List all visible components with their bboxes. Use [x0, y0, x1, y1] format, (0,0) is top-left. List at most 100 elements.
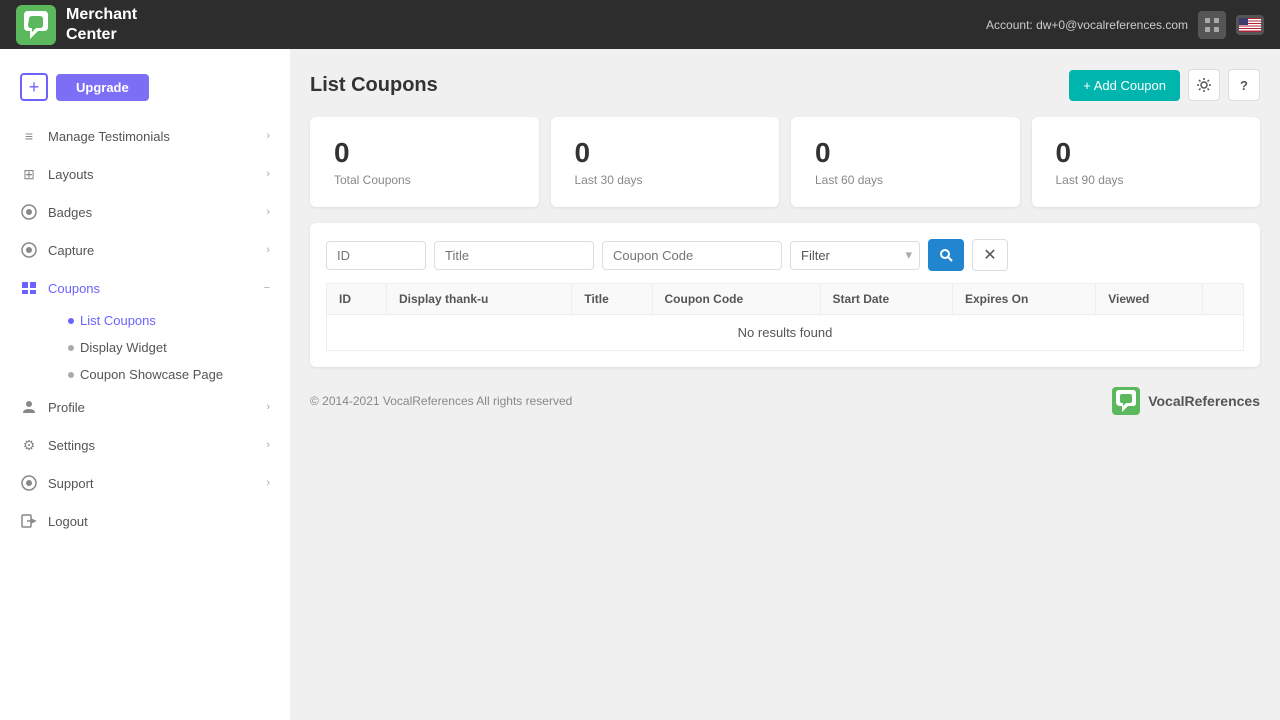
- header: Merchant Center Account: dw+0@vocalrefer…: [0, 0, 1280, 49]
- stat-card-90days: 0 Last 90 days: [1032, 117, 1261, 207]
- app-title: Merchant Center: [66, 5, 137, 43]
- id-input[interactable]: [326, 241, 426, 270]
- layout: + Upgrade ≡ Manage Testimonials › ⊞ Layo…: [0, 49, 1280, 720]
- sub-dot-icon: [68, 345, 74, 351]
- footer-logo: VocalReferences: [1112, 387, 1260, 415]
- filter-row: Filter ✕: [326, 239, 1244, 271]
- no-results: No results found: [327, 315, 1244, 351]
- page-title: List Coupons: [310, 74, 438, 97]
- stat-value: 0: [815, 137, 996, 169]
- sub-dot-icon: [68, 372, 74, 378]
- stat-label: Total Coupons: [334, 173, 515, 187]
- sidebar-item-label: Manage Testimonials: [48, 129, 170, 144]
- sidebar-upgrade-section: + Upgrade: [0, 65, 290, 117]
- stat-value: 0: [334, 137, 515, 169]
- sidebar-item-badges[interactable]: Badges ›: [0, 193, 290, 231]
- stat-value: 0: [575, 137, 756, 169]
- stat-card-total: 0 Total Coupons: [310, 117, 539, 207]
- search-button[interactable]: [928, 239, 964, 271]
- sub-item-coupon-showcase-page[interactable]: Coupon Showcase Page: [48, 361, 290, 388]
- sidebar-item-label: Coupons: [48, 281, 100, 296]
- sidebar-item-label: Capture: [48, 243, 94, 258]
- stat-card-60days: 0 Last 60 days: [791, 117, 1020, 207]
- header-right: Account: dw+0@vocalreferences.com: [986, 11, 1264, 39]
- sidebar-item-capture[interactable]: Capture ›: [0, 231, 290, 269]
- sidebar-item-label: Layouts: [48, 167, 94, 182]
- sidebar-item-layouts[interactable]: ⊞ Layouts ›: [0, 155, 290, 193]
- help-icon-button[interactable]: ?: [1228, 69, 1260, 101]
- stat-card-30days: 0 Last 30 days: [551, 117, 780, 207]
- sub-item-list-coupons[interactable]: List Coupons: [48, 307, 290, 334]
- stat-label: Last 30 days: [575, 173, 756, 187]
- sidebar-item-manage-testimonials[interactable]: ≡ Manage Testimonials ›: [0, 117, 290, 155]
- grid-icon-button[interactable]: [1198, 11, 1226, 39]
- col-id: ID: [327, 284, 387, 315]
- chevron-icon: ›: [266, 401, 270, 413]
- filter-select[interactable]: Filter: [790, 241, 920, 270]
- sidebar-item-label: Profile: [48, 400, 85, 415]
- sidebar-item-logout[interactable]: Logout: [0, 502, 290, 540]
- logo-icon: [16, 5, 56, 45]
- sub-item-display-widget[interactable]: Display Widget: [48, 334, 290, 361]
- account-text: Account: dw+0@vocalreferences.com: [986, 18, 1188, 32]
- table-container: Filter ✕ ID Display thank-u Title: [310, 223, 1260, 367]
- add-coupon-button[interactable]: + Add Coupon: [1069, 70, 1180, 101]
- sub-item-label: Display Widget: [80, 340, 167, 355]
- flag-icon: [1239, 18, 1261, 32]
- coupons-icon: [20, 279, 38, 297]
- clear-icon: ✕: [983, 245, 996, 265]
- layouts-icon: ⊞: [20, 165, 38, 183]
- col-expires-on: Expires On: [952, 284, 1095, 315]
- settings-icon: ⚙: [20, 436, 38, 454]
- main-content: List Coupons + Add Coupon ? 0 Total Coup…: [290, 49, 1280, 720]
- search-icon: [939, 248, 953, 262]
- upgrade-button[interactable]: Upgrade: [56, 74, 149, 101]
- sidebar-item-settings[interactable]: ⚙ Settings ›: [0, 426, 290, 464]
- sidebar-item-coupons[interactable]: Coupons −: [0, 269, 290, 307]
- copyright-text: © 2014-2021 VocalReferences All rights r…: [310, 394, 572, 408]
- capture-icon: [20, 241, 38, 259]
- clear-button[interactable]: ✕: [972, 239, 1008, 271]
- sub-item-label: Coupon Showcase Page: [80, 367, 223, 382]
- coupons-submenu: List Coupons Display Widget Coupon Showc…: [0, 307, 290, 388]
- table-head: ID Display thank-u Title Coupon Code Sta…: [327, 284, 1244, 315]
- settings-icon-button[interactable]: [1188, 69, 1220, 101]
- col-start-date: Start Date: [820, 284, 952, 315]
- chevron-icon: ›: [266, 477, 270, 489]
- cog-icon: [1196, 77, 1212, 93]
- stats-row: 0 Total Coupons 0 Last 30 days 0 Last 60…: [310, 117, 1260, 207]
- table-body: No results found: [327, 315, 1244, 351]
- stat-label: Last 90 days: [1056, 173, 1237, 187]
- footer-logo-text: VocalReferences: [1148, 393, 1260, 409]
- stat-label: Last 60 days: [815, 173, 996, 187]
- sidebar-item-label: Support: [48, 476, 94, 491]
- col-title: Title: [572, 284, 652, 315]
- sub-dot-icon: [68, 318, 74, 324]
- sidebar: + Upgrade ≡ Manage Testimonials › ⊞ Layo…: [0, 49, 290, 720]
- page-header: List Coupons + Add Coupon ?: [310, 69, 1260, 101]
- chevron-icon: ›: [266, 130, 270, 142]
- table-row: No results found: [327, 315, 1244, 351]
- chevron-icon: −: [264, 282, 270, 294]
- table-header-row: ID Display thank-u Title Coupon Code Sta…: [327, 284, 1244, 315]
- chevron-icon: ›: [266, 244, 270, 256]
- sidebar-item-support[interactable]: Support ›: [0, 464, 290, 502]
- filter-select-wrapper: Filter: [790, 241, 920, 270]
- language-flag-button[interactable]: [1236, 15, 1264, 35]
- col-coupon-code: Coupon Code: [652, 284, 820, 315]
- footer-logo-icon: [1112, 387, 1140, 415]
- sidebar-item-profile[interactable]: Profile ›: [0, 388, 290, 426]
- logout-icon: [20, 512, 38, 530]
- sidebar-item-label: Logout: [48, 514, 88, 529]
- coupon-code-input[interactable]: [602, 241, 782, 270]
- plus-button[interactable]: +: [20, 73, 48, 101]
- stat-value: 0: [1056, 137, 1237, 169]
- col-actions: [1203, 284, 1244, 315]
- sidebar-item-label: Settings: [48, 438, 95, 453]
- support-icon: [20, 474, 38, 492]
- sidebar-item-label: Badges: [48, 205, 92, 220]
- title-input[interactable]: [434, 241, 594, 270]
- sub-item-label: List Coupons: [80, 313, 156, 328]
- col-display: Display thank-u: [386, 284, 571, 315]
- grid-icon: [1204, 17, 1220, 33]
